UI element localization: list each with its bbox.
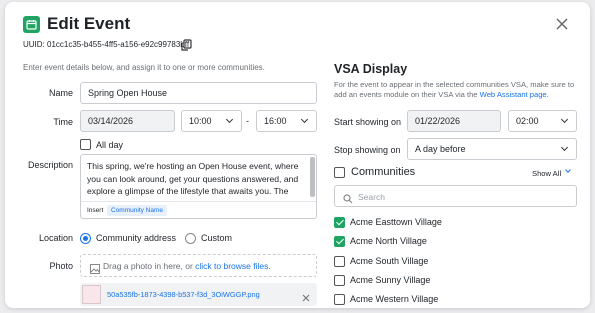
start-date-input[interactable]: 01/22/2026	[407, 110, 501, 132]
vsa-description: For the event to appear in the selected …	[334, 80, 579, 100]
start-date-value: 01/22/2026	[415, 116, 461, 126]
web-assistant-link[interactable]: Web Assistant page.	[480, 90, 549, 99]
vsa-title: VSA Display	[334, 62, 408, 76]
insert-bar: Insert Community Name	[81, 201, 316, 219]
name-label: Name	[48, 88, 73, 98]
calendar-icon	[23, 16, 40, 33]
allday-label: All day	[96, 140, 124, 150]
description-scrollbar[interactable]	[310, 157, 315, 197]
remove-icon[interactable]	[302, 289, 310, 307]
photo-drop-text: Drag a photo in here, or	[103, 261, 193, 271]
chevron-down-icon	[560, 143, 569, 152]
location-custom-label: Custom	[201, 233, 233, 243]
community-name: Acme Western Village	[350, 294, 439, 304]
community-checkbox[interactable]	[334, 294, 345, 305]
chevron-down-icon	[563, 167, 573, 176]
community-checkbox[interactable]	[334, 236, 345, 247]
browse-files-link[interactable]: click to browse files.	[195, 261, 271, 271]
start-time-select[interactable]: 10:00	[181, 110, 242, 132]
start-showing-label: Start showing on	[334, 117, 402, 127]
photo-file-name[interactable]: 50a535fb-1873-4398-b537-f3d_3OiWGGP.png	[107, 290, 260, 299]
description-label: Description	[27, 160, 73, 170]
stop-showing-value: A day before	[415, 144, 466, 154]
date-input[interactable]: 03/14/2026	[80, 110, 175, 132]
description-editor[interactable]: This spring, we're hosting an Open House…	[80, 154, 317, 219]
date-input-value: 03/14/2026	[88, 116, 134, 126]
search-icon	[343, 191, 353, 209]
intro-text: Enter event details below, and assign it…	[23, 63, 265, 72]
time-label: Time	[53, 117, 73, 127]
location-custom-radio[interactable]	[185, 233, 196, 244]
show-all-toggle[interactable]: Show All	[532, 167, 573, 178]
chevron-down-icon	[300, 115, 309, 124]
photo-file-item: 50a535fb-1873-4398-b537-f3d_3OiWGGP.png	[80, 283, 317, 306]
community-name: Acme South Village	[350, 256, 429, 266]
description-text: This spring, we're hosting an Open House…	[87, 161, 299, 196]
community-name-tag[interactable]: Community Name	[107, 205, 168, 216]
end-time-select[interactable]: 16:00	[256, 110, 317, 132]
image-icon	[90, 261, 100, 279]
name-input[interactable]: Spring Open House	[80, 82, 317, 104]
start-time-value: 10:00	[189, 116, 212, 126]
community-checkbox[interactable]	[334, 275, 345, 286]
name-input-value: Spring Open House	[88, 88, 168, 98]
copy-icon[interactable]	[181, 38, 192, 56]
community-checkbox[interactable]	[334, 256, 345, 267]
stop-showing-label: Stop showing on	[334, 145, 401, 155]
close-icon[interactable]	[556, 16, 568, 33]
photo-dropzone[interactable]: Drag a photo in here, or click to browse…	[80, 254, 317, 277]
vsa-start-time-value: 02:00	[516, 116, 539, 126]
chevron-down-icon	[560, 115, 569, 124]
community-name: Acme Sunny Village	[350, 275, 431, 285]
time-separator: -	[246, 116, 249, 126]
end-time-value: 16:00	[264, 116, 287, 126]
search-placeholder: Search	[358, 192, 385, 202]
show-all-label: Show All	[532, 169, 562, 178]
allday-checkbox[interactable]	[80, 139, 91, 150]
photo-label: Photo	[49, 261, 73, 271]
insert-label: Insert	[87, 207, 104, 214]
stop-showing-select[interactable]: A day before	[407, 138, 577, 160]
uuid-text: UUID: 01cc1c35-b455-4ff5-a156-e92c99783b…	[23, 40, 190, 49]
location-label: Location	[38, 233, 73, 243]
communities-select-all-checkbox[interactable]	[334, 167, 345, 178]
community-name: Acme Easttown Village	[350, 217, 442, 227]
communities-label: Communities	[351, 166, 416, 178]
location-community-label: Community address	[96, 233, 177, 243]
community-checkbox[interactable]	[334, 217, 345, 228]
start-time-select-vsa[interactable]: 02:00	[508, 110, 577, 132]
location-community-radio[interactable]	[80, 233, 91, 244]
photo-thumbnail	[82, 285, 101, 304]
edit-event-modal: Edit Event UUID: 01cc1c35-b455-4ff5-a156…	[5, 2, 590, 308]
community-name: Acme North Village	[350, 236, 427, 246]
chevron-down-icon	[225, 115, 234, 124]
community-search-input[interactable]: Search	[334, 185, 577, 207]
modal-title: Edit Event	[47, 14, 131, 33]
